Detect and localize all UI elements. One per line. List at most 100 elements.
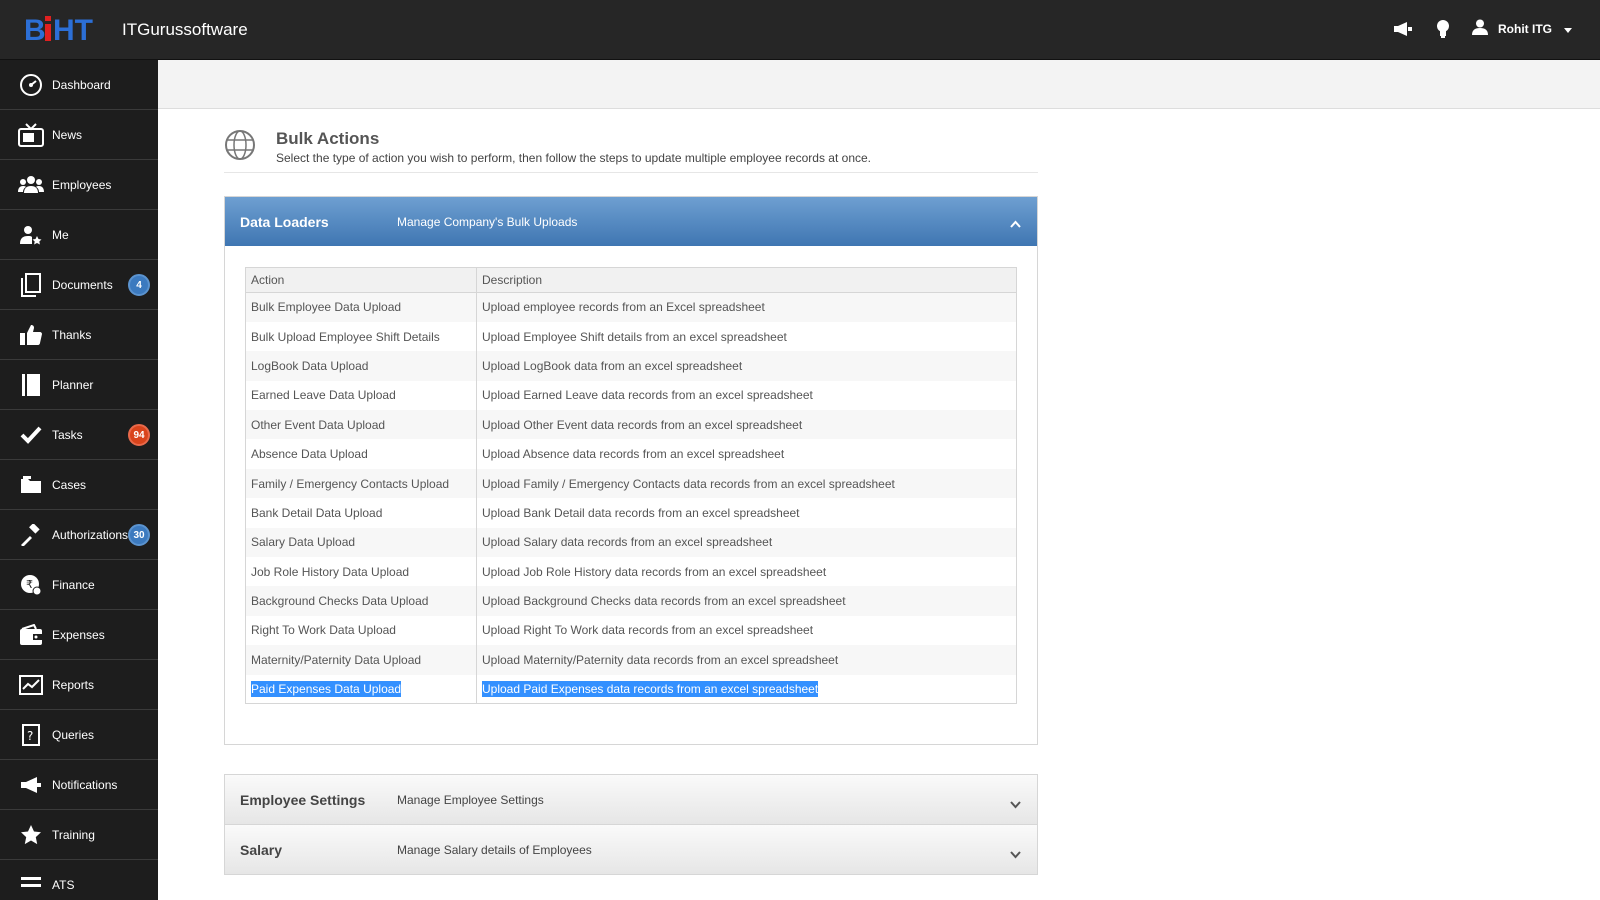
action-cell[interactable]: Absence Data Upload	[245, 439, 477, 469]
data-loaders-header[interactable]: Data Loaders Manage Company's Bulk Uploa…	[225, 197, 1037, 246]
sidebar-item-expenses[interactable]: Expenses	[0, 610, 158, 660]
megaphone-icon	[18, 772, 44, 798]
book-icon	[18, 372, 44, 398]
action-cell[interactable]: LogBook Data Upload	[245, 351, 477, 381]
sidebar-item-employees[interactable]: Employees	[0, 160, 158, 210]
svg-text:B: B	[24, 14, 45, 44]
sidebar-item-dashboard[interactable]: Dashboard	[0, 60, 158, 110]
description-cell: Upload Absence data records from an exce…	[476, 439, 1017, 469]
description-cell: Upload Earned Leave data records from an…	[476, 380, 1017, 411]
main-content: Bulk Actions Select the type of action y…	[158, 109, 1600, 900]
table-row-selected[interactable]: Paid Expenses Data Upload Upload Paid Exp…	[245, 674, 1017, 704]
description-cell: Upload employee records from an Excel sp…	[476, 292, 1017, 322]
page-header: Bulk Actions Select the type of action y…	[224, 127, 1038, 173]
column-header-action: Action	[245, 267, 477, 293]
action-cell[interactable]: Job Role History Data Upload	[245, 557, 477, 587]
panel-title: Salary	[240, 841, 283, 858]
table-row[interactable]: Bank Detail Data Upload Upload Bank Detai…	[245, 498, 1017, 528]
table-row[interactable]: Earned Leave Data Upload Upload Earned Le…	[245, 380, 1017, 411]
megaphone-icon[interactable]	[1392, 18, 1414, 40]
sidebar-item-news[interactable]: News	[0, 110, 158, 160]
description-cell: Upload Other Event data records from an …	[476, 410, 1017, 440]
action-cell[interactable]: Paid Expenses Data Upload	[245, 674, 477, 704]
table-header-row: Action Description	[245, 267, 1017, 293]
salary-panel[interactable]: Salary Manage Salary details of Employee…	[224, 824, 1038, 875]
documents-icon	[18, 272, 44, 298]
star-icon	[18, 822, 44, 848]
panel-title: Data Loaders	[240, 213, 329, 230]
sub-header-bar	[158, 60, 1600, 109]
table-row[interactable]: Bulk Employee Data Upload Upload employee…	[245, 292, 1017, 322]
svg-text:?: ?	[27, 729, 33, 743]
sidebar-item-notifications[interactable]: Notifications	[0, 760, 158, 810]
page-subtitle: Select the type of action you wish to pe…	[276, 151, 871, 165]
sidebar-item-tasks[interactable]: Tasks 94	[0, 410, 158, 460]
description-cell: Upload Salary data records from an excel…	[476, 527, 1017, 558]
sidebar-item-reports[interactable]: Reports	[0, 660, 158, 710]
table-row[interactable]: Absence Data Upload Upload Absence data r…	[245, 439, 1017, 469]
gavel-icon	[18, 522, 44, 548]
lightbulb-icon[interactable]	[1432, 18, 1454, 40]
description-cell: Upload LogBook data from an excel spread…	[476, 351, 1017, 381]
sidebar-item-training[interactable]: Training	[0, 810, 158, 860]
page-title: Bulk Actions	[276, 129, 380, 148]
sidebar-item-thanks[interactable]: Thanks	[0, 310, 158, 360]
action-cell[interactable]: Family / Emergency Contacts Upload	[245, 468, 477, 499]
action-cell[interactable]: Bulk Upload Employee Shift Details	[245, 321, 477, 352]
action-cell[interactable]: Other Event Data Upload	[245, 410, 477, 440]
description-cell: Upload Family / Emergency Contacts data …	[476, 468, 1017, 499]
sidebar-item-ats[interactable]: ATS	[0, 860, 158, 900]
tasks-count-badge: 94	[128, 424, 150, 446]
action-cell[interactable]: Right To Work Data Upload	[245, 615, 477, 646]
table-row[interactable]: Salary Data Upload Upload Salary data rec…	[245, 527, 1017, 558]
chevron-down-icon[interactable]	[1010, 796, 1021, 814]
column-header-description: Description	[476, 267, 1017, 293]
svg-text:₹: ₹	[26, 578, 33, 591]
description-cell: Upload Right To Work data records from a…	[476, 615, 1017, 646]
action-cell[interactable]: Maternity/Paternity Data Upload	[245, 645, 477, 675]
action-cell[interactable]: Background Checks Data Upload	[245, 586, 477, 616]
folder-icon	[18, 472, 44, 498]
description-cell: Upload Background Checks data records fr…	[476, 586, 1017, 616]
rupee-coin-icon: ₹	[18, 572, 44, 598]
table-row[interactable]: Bulk Upload Employee Shift Details Upload…	[245, 321, 1017, 352]
thumbs-up-icon	[18, 322, 44, 348]
table-row[interactable]: LogBook Data Upload Upload LogBook data f…	[245, 351, 1017, 381]
user-menu[interactable]: Rohit ITG	[1472, 19, 1572, 40]
user-icon	[1472, 19, 1488, 40]
table-row[interactable]: Right To Work Data Upload Upload Right To…	[245, 615, 1017, 646]
action-cell[interactable]: Salary Data Upload	[245, 527, 477, 558]
chevron-down-icon	[1564, 20, 1572, 38]
action-cell[interactable]: Bulk Employee Data Upload	[245, 292, 477, 322]
checkmark-icon	[18, 422, 44, 448]
speedometer-icon	[18, 72, 44, 98]
chevron-up-icon[interactable]	[1010, 215, 1021, 233]
action-cell[interactable]: Bank Detail Data Upload	[245, 498, 477, 528]
documents-count-badge: 4	[128, 274, 150, 296]
description-cell: Upload Paid Expenses data records from a…	[476, 674, 1017, 704]
app-name: ITGurussoftware	[122, 20, 248, 39]
sidebar-item-documents[interactable]: Documents 4	[0, 260, 158, 310]
chevron-down-icon[interactable]	[1010, 846, 1021, 864]
sidebar-item-authorizations[interactable]: Authorizations 30	[0, 510, 158, 560]
employee-settings-panel[interactable]: Employee Settings Manage Employee Settin…	[224, 774, 1038, 825]
table-row[interactable]: Other Event Data Upload Upload Other Even…	[245, 410, 1017, 440]
table-row[interactable]: Job Role History Data Upload Upload Job R…	[245, 557, 1017, 587]
sidebar-item-me[interactable]: Me	[0, 210, 158, 260]
data-loaders-panel: Data Loaders Manage Company's Bulk Uploa…	[224, 196, 1038, 745]
tv-icon	[18, 122, 44, 148]
sidebar: Dashboard News Employees Me Documents 4 …	[0, 60, 158, 900]
table-row[interactable]: Maternity/Paternity Data Upload Upload Ma…	[245, 645, 1017, 675]
sidebar-item-queries[interactable]: ? Queries	[0, 710, 158, 760]
top-bar: B HT ITGurussoftware Rohit ITG	[0, 0, 1600, 60]
list-icon	[18, 872, 44, 898]
panel-description: Manage Company's Bulk Uploads	[397, 214, 578, 229]
sidebar-item-planner[interactable]: Planner	[0, 360, 158, 410]
sidebar-item-cases[interactable]: Cases	[0, 460, 158, 510]
action-cell[interactable]: Earned Leave Data Upload	[245, 380, 477, 411]
table-row[interactable]: Background Checks Data Upload Upload Back…	[245, 586, 1017, 616]
sidebar-item-finance[interactable]: ₹ Finance	[0, 560, 158, 610]
company-logo[interactable]: B HT	[24, 14, 112, 44]
data-loaders-table: Action Description Bulk Employee Data Up…	[245, 267, 1017, 705]
table-row[interactable]: Family / Emergency Contacts Upload Upload…	[245, 468, 1017, 499]
